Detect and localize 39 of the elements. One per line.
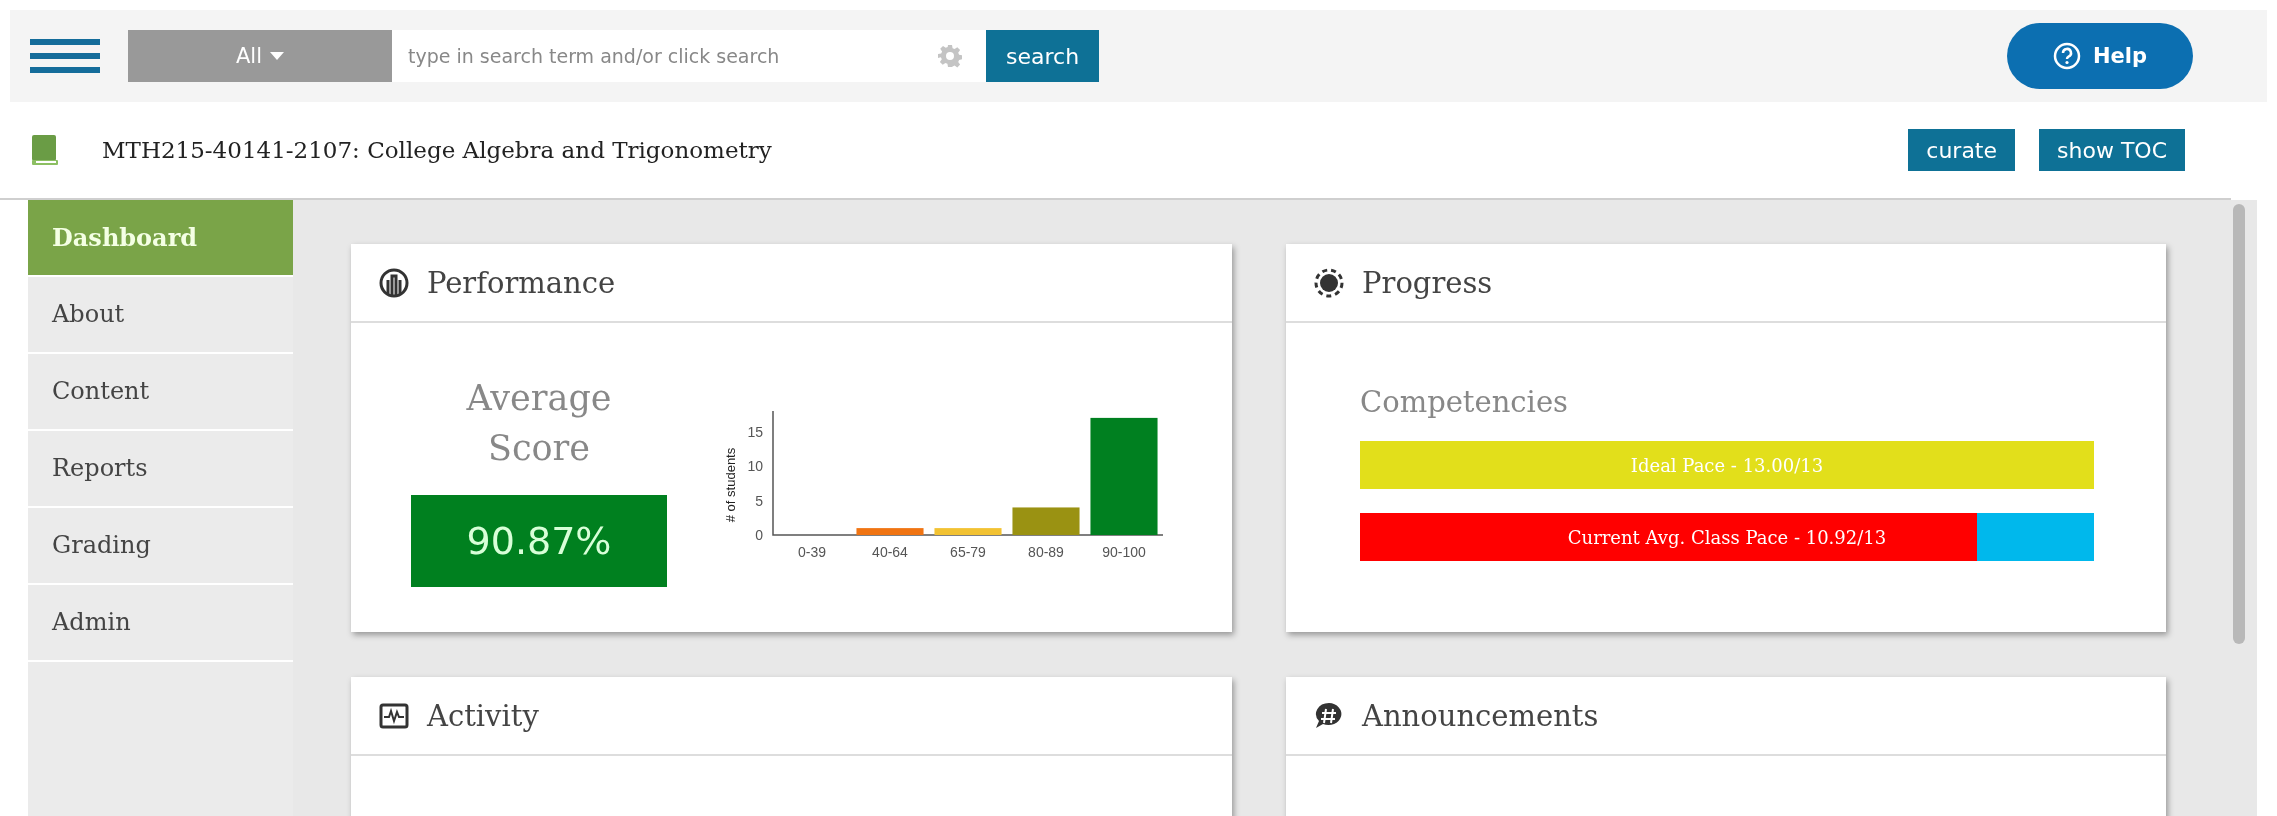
sidebar-item[interactable]: Dashboard <box>28 200 293 277</box>
scrollbar[interactable] <box>2223 200 2257 816</box>
category-label: 90-100 <box>1102 544 1146 560</box>
curate-button[interactable]: curate <box>1908 129 2016 171</box>
card-title: Progress <box>1362 265 1493 300</box>
help-icon <box>2052 42 2081 70</box>
card-title: Activity <box>427 698 539 733</box>
progress-icon <box>1314 267 1344 298</box>
menu-icon[interactable] <box>30 39 100 73</box>
category-label: 0-39 <box>798 544 826 560</box>
scope-dropdown[interactable]: All <box>128 30 392 82</box>
book-icon <box>32 135 58 165</box>
search-input[interactable]: type in search term and/or click search <box>406 35 938 77</box>
category-label: 65-79 <box>950 544 986 560</box>
score-label: Average Score <box>465 377 613 470</box>
search-button[interactable]: search <box>986 30 1100 82</box>
tick-label: 15 <box>747 423 763 440</box>
card-title: Announcements <box>1362 698 1599 733</box>
help-button[interactable]: Help <box>2007 23 2193 89</box>
score-tile: 90.87% <box>411 495 667 587</box>
tick-label: 10 <box>747 458 763 475</box>
bar <box>856 528 924 535</box>
card-title: Performance <box>427 265 616 300</box>
search-field[interactable]: type in search term and/or click search <box>392 30 986 82</box>
progress-label: Current Avg. Class Pace - 10.92/13 <box>1567 526 1887 548</box>
tick-label: 5 <box>755 492 763 509</box>
bar <box>1012 507 1080 535</box>
bar <box>934 528 1002 535</box>
toc-button[interactable]: show TOC <box>2039 129 2185 171</box>
caret-icon <box>270 52 284 60</box>
tick-label: 0 <box>755 527 763 543</box>
category-label: 80-89 <box>1028 544 1064 560</box>
section-heading: Competencies <box>1360 385 1569 419</box>
category-label: 40-64 <box>872 544 908 560</box>
axis-title: # of students <box>723 447 738 523</box>
settings-icon[interactable] <box>938 44 962 68</box>
chat-bubble-icon <box>1314 700 1344 731</box>
course-title: MTH215-40141-2107: College Algebra and Trigonometry <box>102 137 772 163</box>
progress-label: Ideal Pace - 13.00/13 <box>1630 454 1824 476</box>
